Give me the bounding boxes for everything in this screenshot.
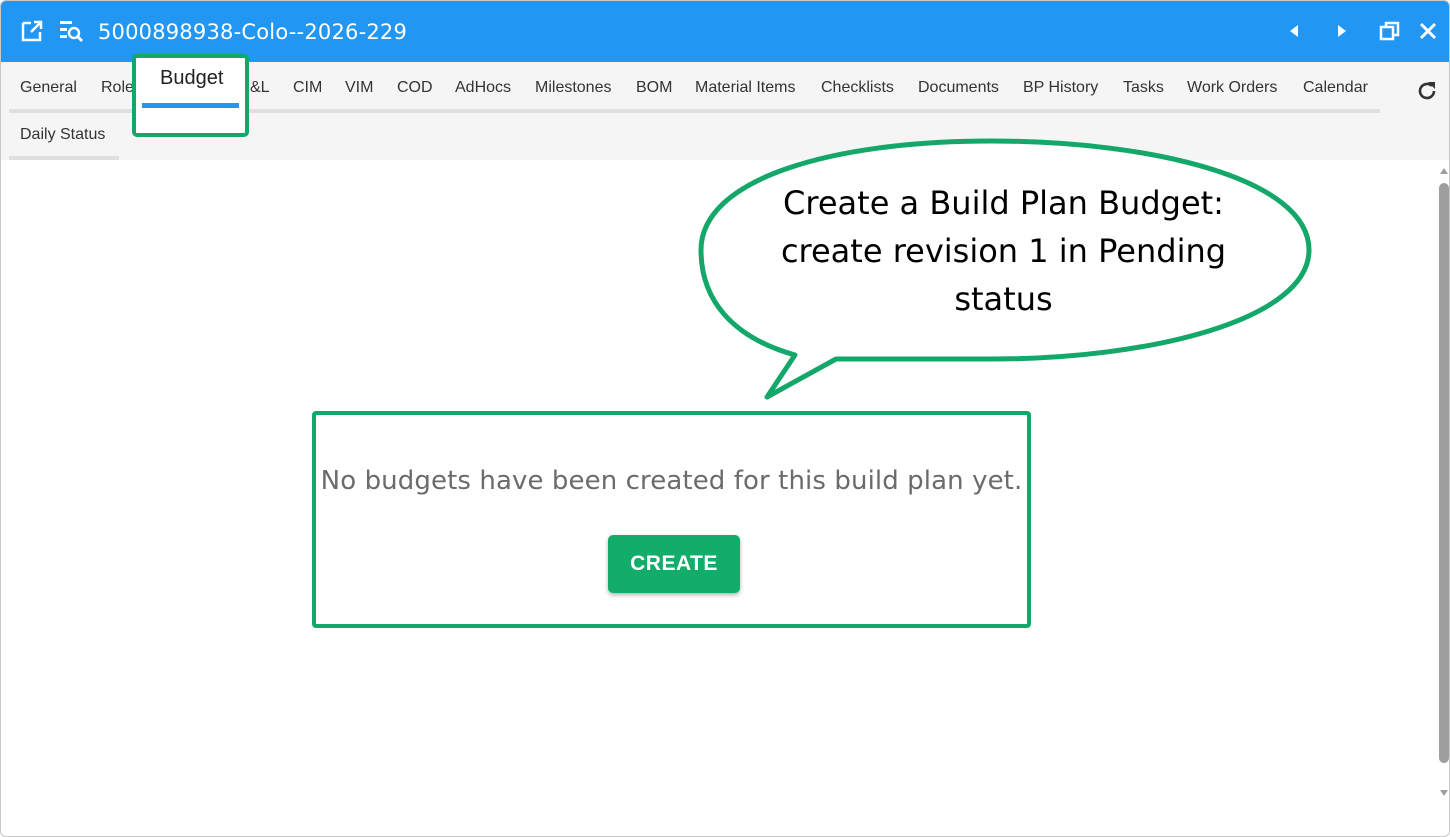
refresh-icon[interactable]: [1415, 79, 1439, 103]
scroll-up-icon[interactable]: [1437, 164, 1450, 178]
window-title: 5000898938-Colo--2026-229: [98, 20, 408, 44]
tab-budget[interactable]: Budget: [160, 67, 223, 90]
tab-daily-status[interactable]: Daily Status: [20, 125, 105, 145]
tab-tasks[interactable]: Tasks: [1123, 78, 1164, 98]
chevron-right-icon[interactable]: [1331, 20, 1353, 42]
scrollbar-thumb[interactable]: [1439, 183, 1449, 763]
tab-documents[interactable]: Documents: [918, 78, 999, 98]
search-list-icon[interactable]: [59, 19, 83, 43]
open-external-icon[interactable]: [20, 19, 44, 43]
callout-text: Create a Build Plan Budget: create revis…: [756, 179, 1251, 323]
active-tab-indicator: [142, 103, 239, 108]
create-budget-button[interactable]: CREATE: [608, 535, 740, 593]
close-icon[interactable]: [1417, 20, 1439, 42]
tab-cod[interactable]: COD: [397, 78, 433, 98]
callout-line: status: [954, 280, 1053, 318]
tab-bom[interactable]: BOM: [636, 78, 672, 98]
build-plan-window: 5000898938-Colo--2026-229 General Role &…: [0, 0, 1450, 837]
tab-general[interactable]: General: [20, 78, 77, 98]
tab-cim[interactable]: CIM: [293, 78, 322, 98]
tab-row-divider: [9, 156, 119, 160]
restore-window-icon[interactable]: [1379, 20, 1401, 42]
tab-adhocs[interactable]: AdHocs: [455, 78, 511, 98]
scroll-down-icon[interactable]: [1437, 786, 1450, 800]
budget-tab-highlight: Budget: [132, 54, 249, 137]
tab-checklists[interactable]: Checklists: [821, 78, 894, 98]
tab-vim[interactable]: VIM: [345, 78, 373, 98]
callout-line: Create a Build Plan Budget:: [783, 184, 1224, 222]
tab-milestones[interactable]: Milestones: [535, 78, 611, 98]
tab-material-items[interactable]: Material Items: [695, 78, 795, 98]
empty-state-message: No budgets have been created for this bu…: [320, 466, 1023, 496]
callout-line: create revision 1 in Pending: [780, 232, 1227, 270]
tab-work-orders[interactable]: Work Orders: [1187, 78, 1277, 98]
tab-pl[interactable]: &L: [250, 78, 270, 98]
tab-bp-history[interactable]: BP History: [1023, 78, 1098, 98]
tab-role[interactable]: Role: [101, 78, 134, 98]
title-bar: 5000898938-Colo--2026-229: [1, 1, 1449, 62]
chevron-left-icon[interactable]: [1283, 20, 1305, 42]
tab-calendar[interactable]: Calendar: [1303, 78, 1368, 98]
empty-state-panel: No budgets have been created for this bu…: [312, 411, 1031, 628]
